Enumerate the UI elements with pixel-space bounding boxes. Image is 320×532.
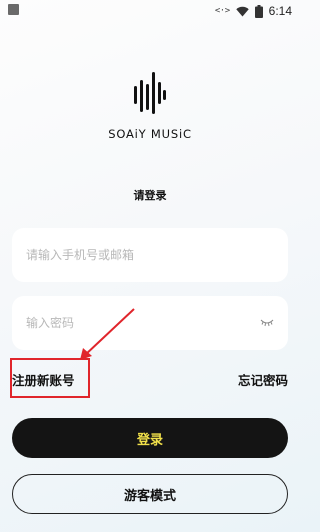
forgot-password-link[interactable]: 忘记密码 [238,370,288,389]
clock: 6:14 [268,4,292,18]
brand-name: SOAiY MUSiC [108,127,192,141]
account-input[interactable] [26,228,246,282]
register-link[interactable]: 注册新账号 [12,370,75,389]
login-button[interactable]: 登录 [12,418,288,458]
eye-closed-icon[interactable] [260,317,274,329]
guest-mode-button-label: 游客模式 [123,488,176,504]
battery-icon [254,4,263,18]
status-bar: <·> 6:14 [0,0,300,22]
status-icons: <·> 6:14 [215,2,292,20]
code-icon: <·> [214,6,230,16]
login-button-label: 登录 [136,432,163,448]
sound-bars-logo-icon [134,72,166,114]
annotation-arrow [80,308,135,360]
notification-icon [8,4,19,15]
wifi-icon [235,6,249,16]
guest-mode-button[interactable]: 游客模式 [12,474,288,514]
page-title: 请登录 [133,189,167,202]
password-field[interactable] [12,296,288,350]
brand-logo [0,70,300,122]
account-field[interactable] [12,228,288,282]
